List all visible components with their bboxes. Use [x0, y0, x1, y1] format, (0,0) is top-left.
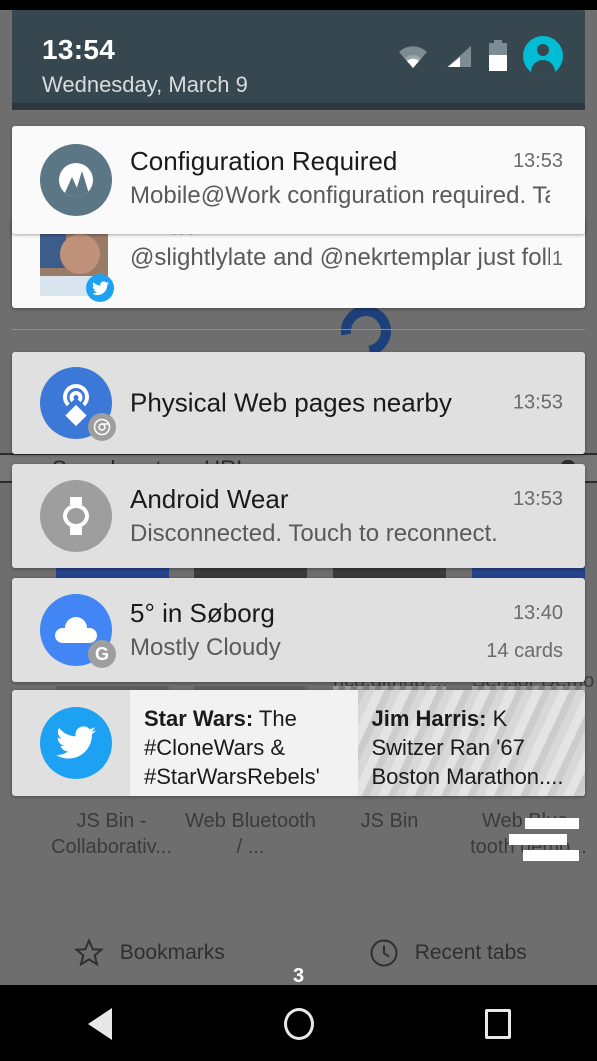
- notification-shade-header: 13:54 Wednesday, March 9: [12, 10, 585, 110]
- chrome-glyph: [93, 418, 111, 436]
- mobileiron-icon: [40, 144, 112, 216]
- notification-weather[interactable]: G 5° in Søborg Mostly Cloudy 13:40 14 ca…: [12, 578, 585, 682]
- physical-web-beacon-icon: [40, 367, 116, 441]
- wifi-icon[interactable]: [397, 42, 429, 70]
- cloud-glyph: [55, 617, 97, 643]
- watch-icon: [40, 480, 112, 552]
- tweet-panes: Star Wars: The #CloneWars & #StarWarsReb…: [130, 690, 585, 796]
- tweet-pane[interactable]: Star Wars: The #CloneWars & #StarWarsReb…: [130, 690, 358, 796]
- screen-recorder-overlay-icon: [509, 818, 579, 864]
- tweet-author: Star Wars:: [144, 706, 254, 731]
- star-icon: [73, 938, 104, 967]
- notification-card-count: 14 cards: [486, 640, 563, 662]
- navigation-bar: [0, 986, 597, 1061]
- notification-time: 13:53: [512, 391, 563, 414]
- clock: 13:54: [42, 34, 116, 65]
- notification-count: 1: [551, 248, 563, 270]
- recents-button[interactable]: [443, 986, 553, 1061]
- recent-tabs-label: Recent tabs: [414, 941, 527, 964]
- back-button[interactable]: [45, 986, 155, 1061]
- notification-title: Configuration Required: [130, 146, 398, 176]
- backdrop-divider: [12, 329, 585, 330]
- cloud-icon: G: [40, 594, 116, 668]
- android-screen: Search or type URL ncd.github.... Sensor…: [0, 0, 597, 1061]
- status-icons: [397, 36, 563, 76]
- recents-square-icon: [484, 1008, 511, 1039]
- notification-configuration-required[interactable]: Configuration Required Mobile@Work confi…: [12, 126, 585, 234]
- user-avatar-icon[interactable]: [523, 36, 563, 76]
- notification-title: Physical Web pages nearby: [130, 387, 452, 418]
- notification-time: 13:53: [512, 488, 563, 510]
- notification-physical-web[interactable]: Physical Web pages nearby 13:53: [12, 352, 585, 454]
- page-number: 3: [292, 965, 305, 985]
- notification-body: @slightlylate and @nekrtemplar just foll…: [130, 244, 550, 271]
- top-black-strip: [0, 0, 597, 10]
- notification-time: 13:53: [512, 150, 563, 172]
- twitter-avatar-photo: [40, 228, 114, 302]
- recent-tabs-button[interactable]: Recent tabs: [299, 938, 597, 968]
- chrome-badge-icon: [88, 413, 116, 441]
- twitter-bird-glyph: [56, 726, 96, 759]
- bookmarks-label: Bookmarks: [119, 941, 225, 964]
- notification-body: Mostly Cloudy: [130, 634, 281, 661]
- ntp-tile-label: JS Bin - Collaborativ...: [51, 810, 172, 858]
- cell-signal-icon[interactable]: [443, 42, 473, 70]
- notification-title: 5° in Søborg: [130, 598, 275, 628]
- ntp-tile-label: JS Bin: [360, 810, 419, 832]
- notification-title: Android Wear: [130, 484, 289, 514]
- twitter-bird-icon: [40, 707, 112, 779]
- home-button[interactable]: [244, 986, 354, 1061]
- notification-time: 13:40: [512, 602, 563, 624]
- tweet-author: Jim Harris:: [371, 706, 487, 731]
- ntp-tile-label: Web Bluetooth / ...: [185, 810, 316, 858]
- clock-icon: [370, 939, 398, 967]
- notification-body: Mobile@Work configuration required. Tap …: [130, 182, 550, 209]
- back-triangle-icon: [87, 1007, 112, 1040]
- twitter-badge-icon: [86, 274, 114, 302]
- tweet-pane[interactable]: Jim Harris: K Switzer Ran '67 Boston Mar…: [358, 690, 586, 796]
- notification-android-wear[interactable]: Android Wear Disconnected. Touch to reco…: [12, 464, 585, 568]
- home-circle-icon: [283, 1007, 314, 1040]
- notification-twitter-timeline[interactable]: Star Wars: The #CloneWars & #StarWarsReb…: [12, 690, 585, 796]
- watch-glyph: [63, 497, 89, 535]
- google-badge-icon: G: [88, 640, 116, 668]
- twitter-bird-glyph: [91, 280, 109, 295]
- notification-body: Disconnected. Touch to reconnect.: [130, 520, 498, 547]
- mobileiron-glyph: [59, 163, 93, 197]
- bookmarks-button[interactable]: Bookmarks: [0, 938, 299, 968]
- date: Wednesday, March 9: [42, 72, 248, 97]
- battery-icon[interactable]: [487, 40, 509, 72]
